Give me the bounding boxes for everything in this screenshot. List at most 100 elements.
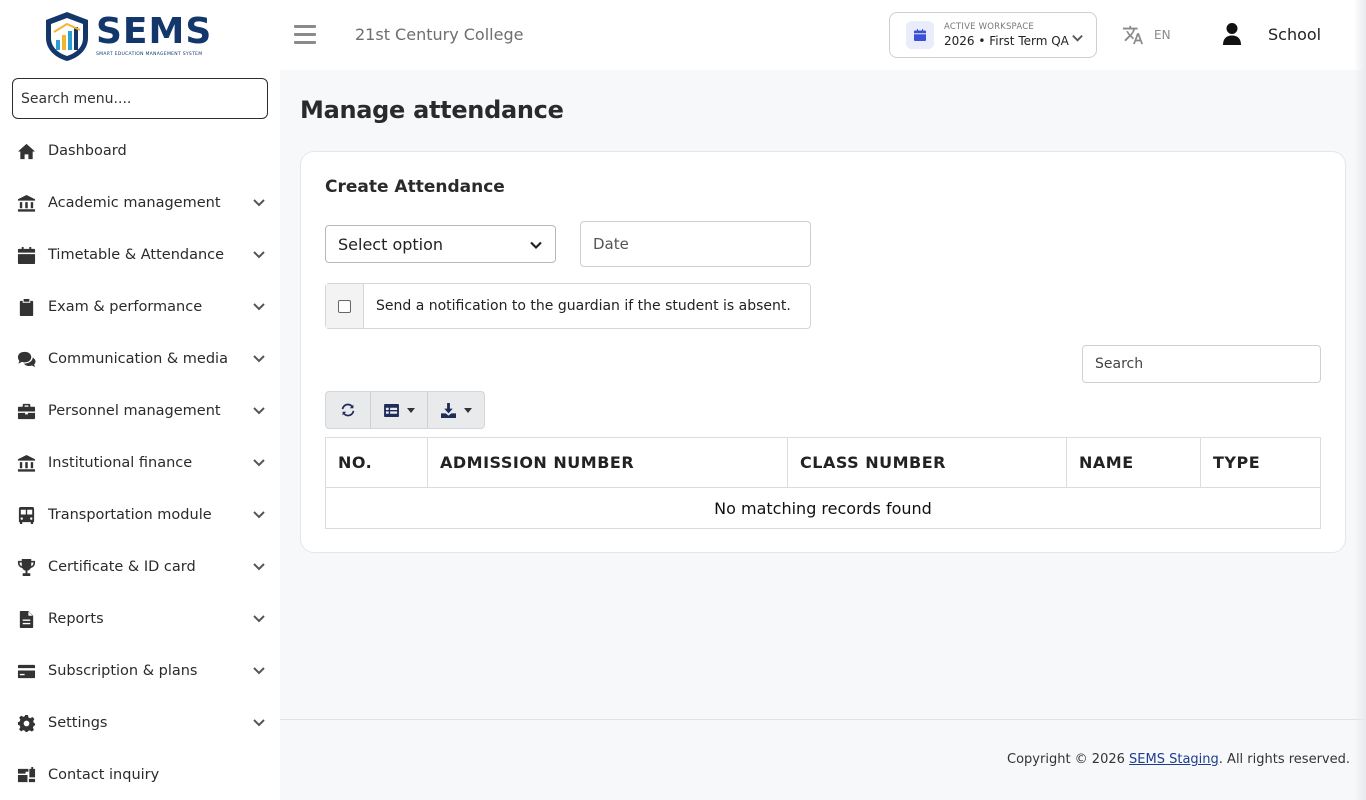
sidebar-item-label: Exam & performance — [48, 299, 203, 315]
sidebar-nav: Dashboard Academic management Timetable … — [0, 125, 280, 800]
logo-subtitle: SMART EDUCATION MANAGEMENT SYSTEM — [96, 52, 203, 58]
sidebar-item-subscription-plans[interactable]: Subscription & plans — [0, 645, 280, 697]
checkbox-cell — [326, 284, 364, 328]
sidebar: SEMS SMART EDUCATION MANAGEMENT SYSTEM D… — [0, 0, 280, 800]
logo-shield-icon — [46, 12, 88, 61]
calendar-icon — [906, 21, 934, 49]
export-button[interactable] — [428, 392, 484, 428]
copyright-prefix: Copyright © 2026 — [1007, 752, 1130, 767]
user-avatar-icon — [1223, 23, 1241, 45]
sidebar-item-label: Settings — [48, 715, 108, 731]
class-section-select[interactable]: Select option — [325, 225, 556, 263]
calendar-icon — [16, 245, 36, 265]
language-selector[interactable]: EN — [1122, 24, 1171, 46]
sidebar-item-academic-management[interactable]: Academic management — [0, 177, 280, 229]
language-code: EN — [1154, 28, 1171, 42]
topbar: 21st Century College ACTIVE WORKSPACE 20… — [280, 0, 1366, 70]
card-title: Create Attendance — [325, 177, 505, 197]
table-row: No matching records found — [325, 487, 1321, 529]
trophy-icon — [16, 557, 36, 577]
workspace-switcher[interactable]: ACTIVE WORKSPACE 2026 • First Term QA — [889, 12, 1097, 58]
footer: Copyright © 2026 SEMS Staging. All right… — [280, 719, 1366, 800]
bus-icon — [16, 505, 36, 525]
file-icon — [16, 609, 36, 629]
page-title: Manage attendance — [300, 96, 564, 124]
bank-icon — [16, 453, 36, 473]
table-columns-icon — [383, 403, 399, 417]
copyright-suffix: . All rights reserved. — [1218, 752, 1350, 767]
briefcase-icon — [16, 401, 36, 421]
column-header-type[interactable]: TYPE — [1200, 437, 1321, 488]
sidebar-item-dashboard[interactable]: Dashboard — [0, 125, 280, 177]
chevron-down-icon — [252, 506, 266, 525]
notify-guardian-checkbox[interactable] — [338, 299, 351, 313]
sidebar-item-label: Personnel management — [48, 403, 221, 419]
workspace-value: 2026 • First Term QA — [944, 34, 1069, 48]
credit-card-icon — [16, 661, 36, 681]
chevron-down-icon — [252, 350, 266, 369]
sidebar-item-label: Transportation module — [48, 507, 212, 523]
refresh-button[interactable] — [326, 392, 371, 428]
logo-wordmark: SEMS — [96, 11, 213, 53]
table-toolbar — [325, 391, 485, 429]
clipboard-icon — [16, 297, 36, 317]
chevron-down-icon — [529, 237, 543, 256]
dropdown-caret-icon — [406, 407, 415, 413]
column-header-admission-number[interactable]: ADMISSION NUMBER — [427, 437, 788, 488]
date-input[interactable] — [580, 221, 811, 267]
sidebar-item-label: Dashboard — [48, 143, 127, 159]
gear-icon — [16, 713, 36, 733]
column-header-name[interactable]: NAME — [1066, 437, 1201, 488]
chevron-down-icon — [252, 558, 266, 577]
sidebar-item-exam-performance[interactable]: Exam & performance — [0, 281, 280, 333]
columns-toggle-button[interactable] — [371, 392, 428, 428]
sidebar-item-label: Academic management — [48, 195, 221, 211]
download-icon — [440, 402, 456, 418]
sidebar-item-transportation-module[interactable]: Transportation module — [0, 489, 280, 541]
user-name: School — [1268, 24, 1322, 44]
column-header-no[interactable]: NO. — [325, 437, 428, 488]
chevron-down-icon — [252, 402, 266, 421]
footer-brand-link[interactable]: SEMS Staging — [1129, 752, 1219, 767]
hamburger-menu-icon[interactable] — [294, 25, 316, 45]
user-menu[interactable]: School — [1222, 22, 1321, 46]
sidebar-item-institutional-finance[interactable]: Institutional finance — [0, 437, 280, 489]
column-header-class-number[interactable]: CLASS NUMBER — [787, 437, 1067, 488]
sidebar-item-personnel-management[interactable]: Personnel management — [0, 385, 280, 437]
sidebar-item-contact-inquiry[interactable]: Contact inquiry — [0, 749, 280, 800]
sidebar-item-settings[interactable]: Settings — [0, 697, 280, 749]
sidebar-item-label: Timetable & Attendance — [48, 247, 225, 263]
sems-logo[interactable]: SEMS SMART EDUCATION MANAGEMENT SYSTEM — [40, 9, 230, 63]
scrollbar-track — [1354, 0, 1366, 800]
mailbox-icon — [16, 765, 36, 785]
attendance-table: NO. ADMISSION NUMBER CLASS NUMBER NAME T… — [325, 437, 1321, 529]
table-header-row: NO. ADMISSION NUMBER CLASS NUMBER NAME T… — [325, 437, 1321, 488]
notify-guardian-label: Send a notification to the guardian if t… — [376, 298, 791, 314]
sidebar-item-label: Certificate & ID card — [48, 559, 196, 575]
select-value: Select option — [338, 234, 444, 254]
chevron-down-icon — [1071, 29, 1084, 48]
chevron-down-icon — [252, 454, 266, 473]
chevron-down-icon — [252, 194, 266, 213]
chevron-down-icon — [252, 662, 266, 681]
chevron-down-icon — [252, 610, 266, 629]
chevron-down-icon — [252, 246, 266, 265]
sidebar-item-label: Institutional finance — [48, 455, 193, 471]
guardian-notification-option: Send a notification to the guardian if t… — [325, 283, 811, 329]
comments-icon — [16, 349, 36, 369]
create-attendance-card: Create Attendance Select option Send a n… — [300, 151, 1346, 553]
home-icon — [16, 141, 36, 161]
menu-search-input[interactable] — [12, 78, 268, 119]
school-name: 21st Century College — [355, 25, 524, 44]
table-search-input[interactable] — [1082, 345, 1321, 383]
sidebar-item-reports[interactable]: Reports — [0, 593, 280, 645]
chevron-down-icon — [252, 298, 266, 317]
empty-table-message: No matching records found — [325, 487, 1321, 529]
sidebar-item-communication-media[interactable]: Communication & media — [0, 333, 280, 385]
sidebar-item-label: Contact inquiry — [48, 767, 160, 783]
dropdown-caret-icon — [463, 407, 472, 413]
sidebar-item-timetable-attendance[interactable]: Timetable & Attendance — [0, 229, 280, 281]
copyright-text: Copyright © 2026 SEMS Staging. All right… — [1007, 752, 1350, 767]
sidebar-item-certificate-id-card[interactable]: Certificate & ID card — [0, 541, 280, 593]
sidebar-item-label: Communication & media — [48, 351, 228, 367]
